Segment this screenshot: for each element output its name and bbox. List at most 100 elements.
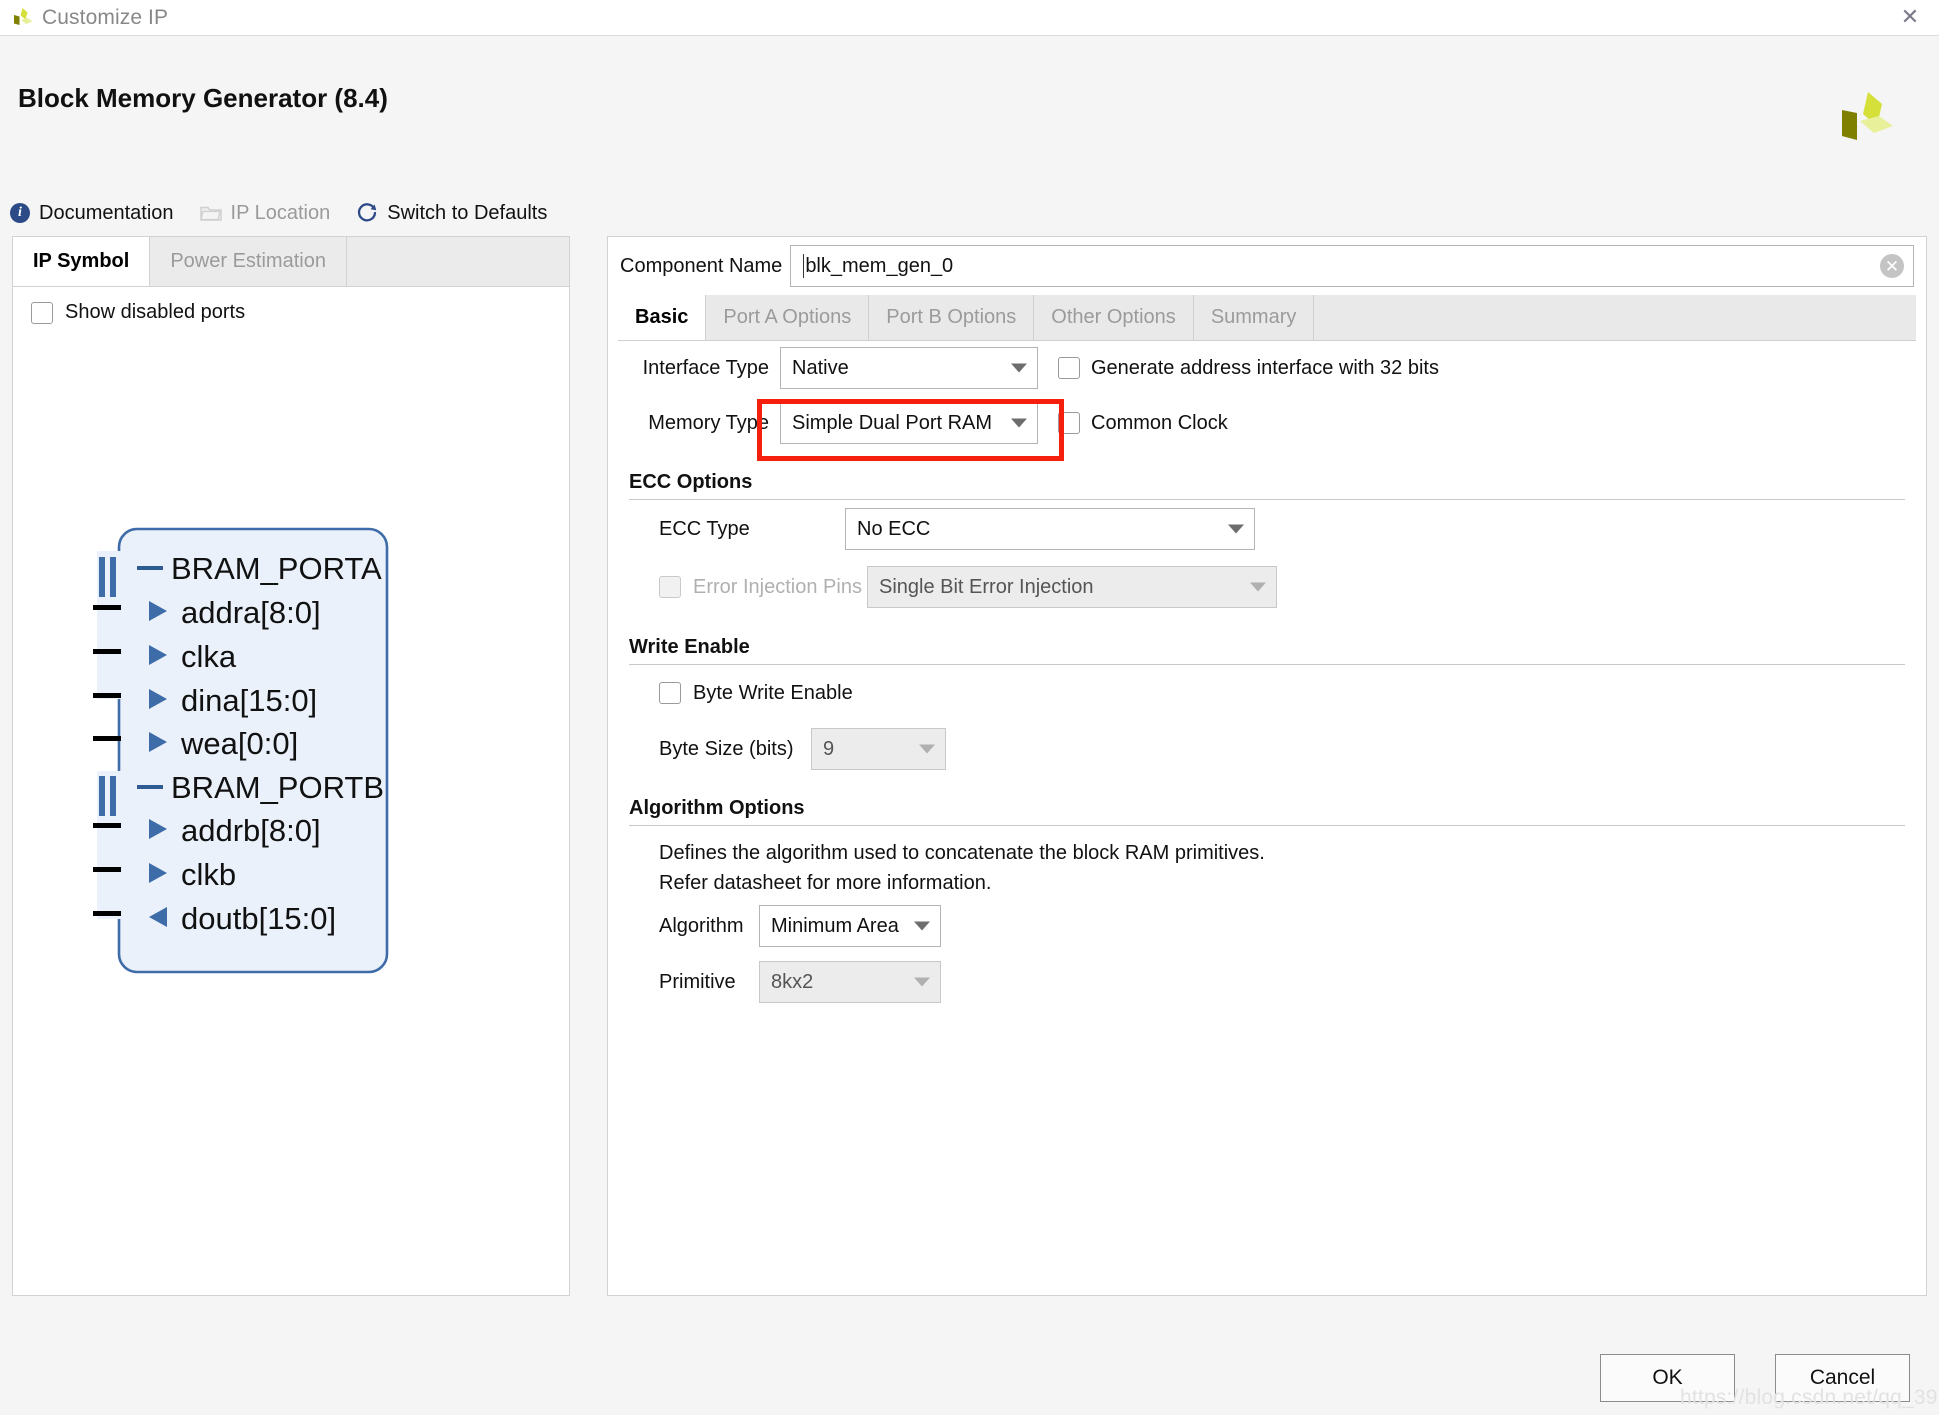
ecc-type-select[interactable]: No ECC	[845, 508, 1255, 550]
tab-summary-label: Summary	[1211, 306, 1297, 329]
byte-size-value: 9	[823, 738, 834, 761]
text-caret	[803, 254, 804, 278]
generate-address-interface-checkbox[interactable]	[1058, 357, 1080, 379]
header-toolbar: i Documentation IP Location	[10, 196, 547, 230]
memory-type-label: Memory Type	[629, 412, 769, 435]
tab-port-b-options[interactable]: Port B Options	[869, 295, 1034, 340]
config-tabstrip: Basic Port A Options Port B Options Othe…	[618, 295, 1916, 341]
primitive-select: 8kx2	[759, 961, 941, 1003]
tab-ip-symbol[interactable]: IP Symbol	[13, 237, 150, 286]
common-clock-checkbox[interactable]	[1058, 412, 1080, 434]
clear-circle-icon[interactable]: ✕	[1880, 254, 1904, 278]
chevron-down-icon	[1011, 364, 1027, 373]
byte-write-enable-label: Byte Write Enable	[693, 682, 853, 705]
chevron-down-icon	[1228, 525, 1244, 534]
window-titlebar: Customize IP ✕	[0, 0, 1939, 35]
info-icon: i	[10, 203, 30, 223]
svg-text:BRAM_PORTB: BRAM_PORTB	[171, 770, 384, 805]
tab-basic[interactable]: Basic	[618, 295, 706, 340]
documentation-label: Documentation	[39, 202, 174, 225]
close-icon[interactable]: ✕	[1897, 4, 1923, 30]
component-name-input[interactable]: blk_mem_gen_0 ✕	[790, 245, 1914, 287]
customize-ip-dialog: Customize IP ✕ Block Memory Generator (8…	[0, 0, 1939, 1415]
memory-type-row: Memory Type Simple Dual Port RAM Common …	[618, 395, 1916, 451]
error-injection-pins-checkbox	[659, 576, 681, 598]
svg-text:wea[0:0]: wea[0:0]	[180, 726, 298, 761]
switch-to-defaults-label: Switch to Defaults	[387, 202, 547, 225]
error-injection-pins-row: Error Injection Pins Single Bit Error In…	[629, 558, 1916, 616]
chevron-down-icon	[919, 745, 935, 754]
chevron-down-icon	[914, 978, 930, 987]
svg-text:dina[15:0]: dina[15:0]	[181, 683, 317, 718]
ip-symbol-panel: IP Symbol Power Estimation Show disabled…	[12, 236, 570, 1296]
algorithm-description-line1: Defines the algorithm used to concatenat…	[659, 838, 1916, 868]
svg-text:addra[8:0]: addra[8:0]	[181, 595, 321, 630]
svg-text:BRAM_PORTA: BRAM_PORTA	[171, 551, 382, 586]
svg-text:addrb[8:0]: addrb[8:0]	[181, 813, 321, 848]
dialog-header: Block Memory Generator (8.4) i Documenta…	[0, 35, 1939, 208]
window-title: Customize IP	[42, 6, 168, 30]
interface-type-row: Interface Type Native Generate address i…	[618, 341, 1916, 395]
left-tabstrip-filler	[347, 237, 569, 286]
common-clock-row[interactable]: Common Clock	[1058, 412, 1228, 435]
generate-address-interface-row[interactable]: Generate address interface with 32 bits	[1058, 357, 1439, 380]
basic-tab-content: Interface Type Native Generate address i…	[618, 341, 1916, 1295]
ip-location-label: IP Location	[231, 202, 331, 225]
algorithm-select[interactable]: Minimum Area	[759, 905, 941, 947]
write-enable-title: Write Enable	[629, 636, 1916, 659]
error-injection-pins-label: Error Injection Pins	[693, 576, 867, 599]
interface-type-label: Interface Type	[629, 357, 769, 380]
primitive-label: Primitive	[659, 971, 759, 994]
component-name-label: Component Name	[620, 255, 782, 278]
tab-other-options[interactable]: Other Options	[1034, 295, 1194, 340]
byte-size-row: Byte Size (bits) 9	[629, 721, 1916, 777]
common-clock-label: Common Clock	[1091, 412, 1228, 435]
configuration-panel: Component Name blk_mem_gen_0 ✕ Basic Por…	[607, 236, 1927, 1296]
ecc-options-title: ECC Options	[629, 471, 1916, 494]
ip-symbol-svg: BRAM_PORTA addra[8:0] clka dina[15:0] we…	[13, 289, 569, 1295]
error-injection-pins-select: Single Bit Error Injection	[867, 566, 1277, 608]
switch-to-defaults-link[interactable]: Switch to Defaults	[356, 202, 547, 225]
ecc-type-value: No ECC	[857, 518, 930, 541]
chevron-down-icon	[1250, 583, 1266, 592]
svg-text:doutb[15:0]: doutb[15:0]	[181, 901, 336, 936]
ip-location-link[interactable]: IP Location	[200, 202, 331, 225]
byte-write-enable-checkbox[interactable]	[659, 682, 681, 704]
tab-summary[interactable]: Summary	[1194, 295, 1315, 340]
error-injection-pins-value: Single Bit Error Injection	[879, 576, 1094, 599]
algorithm-value: Minimum Area	[771, 915, 899, 938]
chevron-down-icon	[1011, 419, 1027, 428]
byte-size-select: 9	[811, 728, 946, 770]
byte-write-enable-row[interactable]: Byte Write Enable	[629, 665, 1916, 721]
documentation-link[interactable]: i Documentation	[10, 202, 174, 225]
ip-symbol-diagram: BRAM_PORTA addra[8:0] clka dina[15:0] we…	[13, 289, 569, 1295]
primitive-row: Primitive 8kx2	[629, 954, 1916, 1010]
xilinx-logo-icon	[10, 7, 34, 29]
svg-text:clka: clka	[181, 639, 237, 674]
memory-type-value: Simple Dual Port RAM	[792, 412, 992, 435]
tab-ip-symbol-label: IP Symbol	[33, 250, 129, 273]
ecc-type-row: ECC Type No ECC	[629, 500, 1916, 558]
watermark: https://blog.csdn.net/qq_39507748	[1680, 1386, 1939, 1410]
algorithm-description-line2: Refer datasheet for more information.	[659, 868, 1916, 898]
algorithm-options-title: Algorithm Options	[629, 797, 1916, 820]
page-title: Block Memory Generator (8.4)	[18, 83, 388, 114]
xilinx-logo-icon	[1837, 88, 1897, 150]
memory-type-select[interactable]: Simple Dual Port RAM	[780, 402, 1038, 444]
tab-basic-label: Basic	[635, 306, 688, 329]
tab-port-a-options[interactable]: Port A Options	[706, 295, 869, 340]
component-name-value: blk_mem_gen_0	[805, 255, 953, 278]
left-tabstrip: IP Symbol Power Estimation	[13, 237, 569, 287]
interface-type-select[interactable]: Native	[780, 347, 1038, 389]
ecc-options-group: ECC Options ECC Type No ECC Error Inject…	[618, 471, 1916, 616]
refresh-icon	[356, 202, 378, 224]
generate-address-interface-label: Generate address interface with 32 bits	[1091, 357, 1439, 380]
algorithm-options-group: Algorithm Options Defines the algorithm …	[618, 797, 1916, 1010]
tab-port-b-options-label: Port B Options	[886, 306, 1016, 329]
interface-type-value: Native	[792, 357, 849, 380]
folder-icon	[200, 204, 222, 222]
ok-button-label: OK	[1652, 1366, 1682, 1390]
write-enable-group: Write Enable Byte Write Enable Byte Size…	[618, 636, 1916, 777]
tab-port-a-options-label: Port A Options	[723, 306, 851, 329]
tab-power-estimation[interactable]: Power Estimation	[150, 237, 347, 286]
